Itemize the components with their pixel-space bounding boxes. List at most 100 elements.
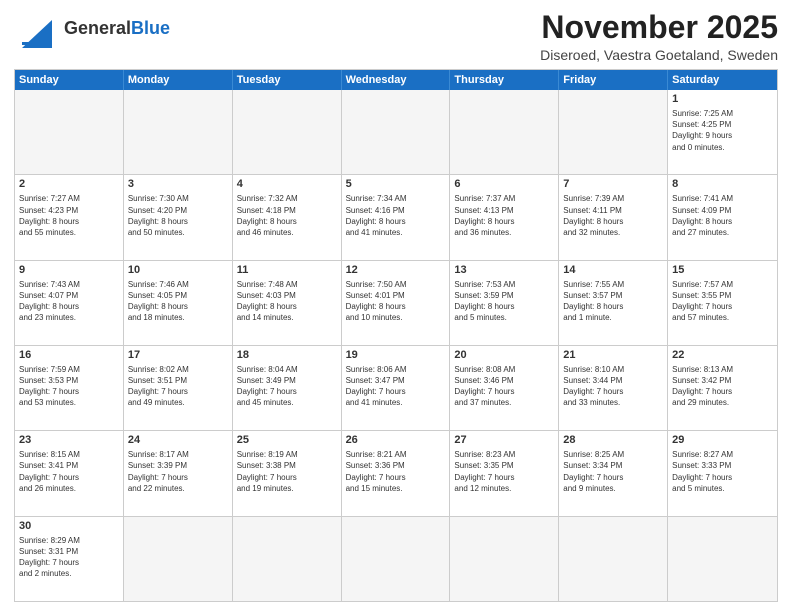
day-info: Sunrise: 7:41 AM Sunset: 4:09 PM Dayligh… [672,193,773,238]
day-number: 28 [563,433,663,448]
day-number: 13 [454,263,554,278]
day-info: Sunrise: 7:50 AM Sunset: 4:01 PM Dayligh… [346,279,446,324]
day-cell [124,517,233,601]
day-info: Sunrise: 7:48 AM Sunset: 4:03 PM Dayligh… [237,279,337,324]
week-row-2: 2Sunrise: 7:27 AM Sunset: 4:23 PM Daylig… [15,174,777,259]
logo-wordmark: GeneralBlue [64,19,170,39]
header-saturday: Saturday [668,70,777,90]
day-number: 9 [19,263,119,278]
day-cell: 7Sunrise: 7:39 AM Sunset: 4:11 PM Daylig… [559,175,668,259]
day-info: Sunrise: 7:39 AM Sunset: 4:11 PM Dayligh… [563,193,663,238]
day-info: Sunrise: 8:10 AM Sunset: 3:44 PM Dayligh… [563,364,663,409]
day-info: Sunrise: 7:34 AM Sunset: 4:16 PM Dayligh… [346,193,446,238]
day-info: Sunrise: 8:23 AM Sunset: 3:35 PM Dayligh… [454,449,554,494]
day-cell: 9Sunrise: 7:43 AM Sunset: 4:07 PM Daylig… [15,261,124,345]
header-thursday: Thursday [450,70,559,90]
day-cell: 4Sunrise: 7:32 AM Sunset: 4:18 PM Daylig… [233,175,342,259]
day-cell [342,90,451,174]
day-number: 11 [237,263,337,278]
day-info: Sunrise: 7:59 AM Sunset: 3:53 PM Dayligh… [19,364,119,409]
day-cell: 18Sunrise: 8:04 AM Sunset: 3:49 PM Dayli… [233,346,342,430]
day-number: 20 [454,348,554,363]
day-cell: 2Sunrise: 7:27 AM Sunset: 4:23 PM Daylig… [15,175,124,259]
day-info: Sunrise: 7:53 AM Sunset: 3:59 PM Dayligh… [454,279,554,324]
day-number: 18 [237,348,337,363]
day-cell [233,517,342,601]
day-cell [559,517,668,601]
week-row-4: 16Sunrise: 7:59 AM Sunset: 3:53 PM Dayli… [15,345,777,430]
generalblue-logo-icon [14,10,60,48]
day-number: 25 [237,433,337,448]
day-number: 21 [563,348,663,363]
location-text: Diseroed, Vaestra Goetaland, Sweden [540,47,778,63]
day-cell: 21Sunrise: 8:10 AM Sunset: 3:44 PM Dayli… [559,346,668,430]
day-cell: 28Sunrise: 8:25 AM Sunset: 3:34 PM Dayli… [559,431,668,515]
day-number: 4 [237,177,337,192]
day-cell: 15Sunrise: 7:57 AM Sunset: 3:55 PM Dayli… [668,261,777,345]
day-cell [342,517,451,601]
day-cell: 26Sunrise: 8:21 AM Sunset: 3:36 PM Dayli… [342,431,451,515]
day-cell [124,90,233,174]
day-number: 22 [672,348,773,363]
day-cell: 23Sunrise: 8:15 AM Sunset: 3:41 PM Dayli… [15,431,124,515]
day-info: Sunrise: 7:43 AM Sunset: 4:07 PM Dayligh… [19,279,119,324]
day-cell: 16Sunrise: 7:59 AM Sunset: 3:53 PM Dayli… [15,346,124,430]
day-cell: 3Sunrise: 7:30 AM Sunset: 4:20 PM Daylig… [124,175,233,259]
day-info: Sunrise: 8:17 AM Sunset: 3:39 PM Dayligh… [128,449,228,494]
day-number: 2 [19,177,119,192]
day-cell: 8Sunrise: 7:41 AM Sunset: 4:09 PM Daylig… [668,175,777,259]
day-cell: 10Sunrise: 7:46 AM Sunset: 4:05 PM Dayli… [124,261,233,345]
day-number: 24 [128,433,228,448]
day-cell: 1Sunrise: 7:25 AM Sunset: 4:25 PM Daylig… [668,90,777,174]
day-number: 1 [672,92,773,107]
header-wednesday: Wednesday [342,70,451,90]
day-info: Sunrise: 7:37 AM Sunset: 4:13 PM Dayligh… [454,193,554,238]
day-info: Sunrise: 8:02 AM Sunset: 3:51 PM Dayligh… [128,364,228,409]
day-number: 10 [128,263,228,278]
day-info: Sunrise: 8:27 AM Sunset: 3:33 PM Dayligh… [672,449,773,494]
week-row-1: 1Sunrise: 7:25 AM Sunset: 4:25 PM Daylig… [15,90,777,174]
header: GeneralBlue November 2025 Diseroed, Vaes… [14,10,778,63]
day-info: Sunrise: 7:30 AM Sunset: 4:20 PM Dayligh… [128,193,228,238]
week-row-6: 30Sunrise: 8:29 AM Sunset: 3:31 PM Dayli… [15,516,777,601]
day-info: Sunrise: 7:46 AM Sunset: 4:05 PM Dayligh… [128,279,228,324]
month-title: November 2025 [540,10,778,45]
logo: GeneralBlue [14,10,170,48]
day-cell [233,90,342,174]
day-cell [450,90,559,174]
header-monday: Monday [124,70,233,90]
week-row-3: 9Sunrise: 7:43 AM Sunset: 4:07 PM Daylig… [15,260,777,345]
day-cell [450,517,559,601]
header-tuesday: Tuesday [233,70,342,90]
day-number: 12 [346,263,446,278]
day-cell [668,517,777,601]
day-info: Sunrise: 8:21 AM Sunset: 3:36 PM Dayligh… [346,449,446,494]
day-number: 15 [672,263,773,278]
page: GeneralBlue November 2025 Diseroed, Vaes… [0,0,792,612]
day-number: 14 [563,263,663,278]
day-info: Sunrise: 8:29 AM Sunset: 3:31 PM Dayligh… [19,535,119,580]
day-headers-row: Sunday Monday Tuesday Wednesday Thursday… [15,70,777,90]
day-info: Sunrise: 7:32 AM Sunset: 4:18 PM Dayligh… [237,193,337,238]
day-info: Sunrise: 7:25 AM Sunset: 4:25 PM Dayligh… [672,108,773,153]
day-info: Sunrise: 7:27 AM Sunset: 4:23 PM Dayligh… [19,193,119,238]
day-number: 7 [563,177,663,192]
day-number: 23 [19,433,119,448]
day-number: 29 [672,433,773,448]
calendar: Sunday Monday Tuesday Wednesday Thursday… [14,69,778,602]
day-number: 26 [346,433,446,448]
day-info: Sunrise: 8:13 AM Sunset: 3:42 PM Dayligh… [672,364,773,409]
day-info: Sunrise: 8:19 AM Sunset: 3:38 PM Dayligh… [237,449,337,494]
day-cell [559,90,668,174]
day-number: 5 [346,177,446,192]
day-info: Sunrise: 7:57 AM Sunset: 3:55 PM Dayligh… [672,279,773,324]
day-cell: 14Sunrise: 7:55 AM Sunset: 3:57 PM Dayli… [559,261,668,345]
day-cell [15,90,124,174]
header-sunday: Sunday [15,70,124,90]
day-cell: 22Sunrise: 8:13 AM Sunset: 3:42 PM Dayli… [668,346,777,430]
day-cell: 11Sunrise: 7:48 AM Sunset: 4:03 PM Dayli… [233,261,342,345]
day-cell: 20Sunrise: 8:08 AM Sunset: 3:46 PM Dayli… [450,346,559,430]
logo-blue-text: Blue [131,18,170,38]
day-cell: 12Sunrise: 7:50 AM Sunset: 4:01 PM Dayli… [342,261,451,345]
day-number: 17 [128,348,228,363]
